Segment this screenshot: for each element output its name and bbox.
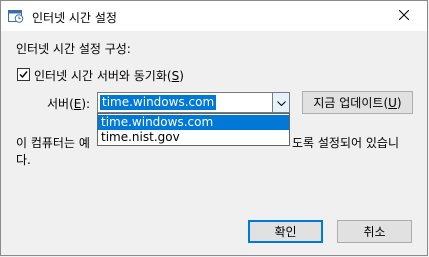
update-now-label: 지금 업데이트(U)	[313, 96, 402, 110]
config-group-label: 인터넷 시간 설정 구성:	[16, 42, 131, 56]
server-option-time-nist-gov[interactable]: time.nist.gov	[98, 130, 289, 145]
chevron-down-icon	[276, 96, 286, 110]
window-title: 인터넷 시간 설정	[32, 11, 117, 25]
server-dropdown-list: time.windows.com time.nist.gov	[97, 113, 290, 146]
sync-checkbox[interactable]	[17, 68, 30, 81]
cancel-button-label: 취소	[363, 225, 386, 239]
sync-checkbox-label[interactable]: 인터넷 시간 서버와 동기화(S)	[34, 67, 184, 84]
ok-button-label: 확인	[274, 225, 297, 239]
title-bar: 인터넷 시간 설정	[1, 1, 427, 31]
server-label: 서버(E):	[47, 97, 91, 111]
info-text-left: 이 컴퓨터는 예	[16, 136, 90, 150]
info-text-right: 도록 설정되어 있습니	[292, 136, 399, 150]
clock-settings-icon	[8, 9, 24, 23]
close-icon	[398, 9, 410, 23]
info-text-line2: 다.	[16, 153, 31, 167]
server-dropdown-button[interactable]	[272, 93, 289, 112]
cancel-button[interactable]: 취소	[337, 220, 412, 243]
ok-button[interactable]: 확인	[248, 220, 323, 243]
server-combobox-value[interactable]: time.windows.com	[100, 95, 217, 110]
server-combobox[interactable]: time.windows.com	[97, 92, 290, 113]
server-option-time-windows-com[interactable]: time.windows.com	[98, 115, 289, 130]
internet-time-settings-dialog: 인터넷 시간 설정 인터넷 시간 설정 구성: 인터넷 시간 서버와 동기화(S…	[0, 0, 428, 256]
close-button[interactable]	[381, 1, 427, 31]
update-now-button[interactable]: 지금 업데이트(U)	[302, 91, 413, 114]
